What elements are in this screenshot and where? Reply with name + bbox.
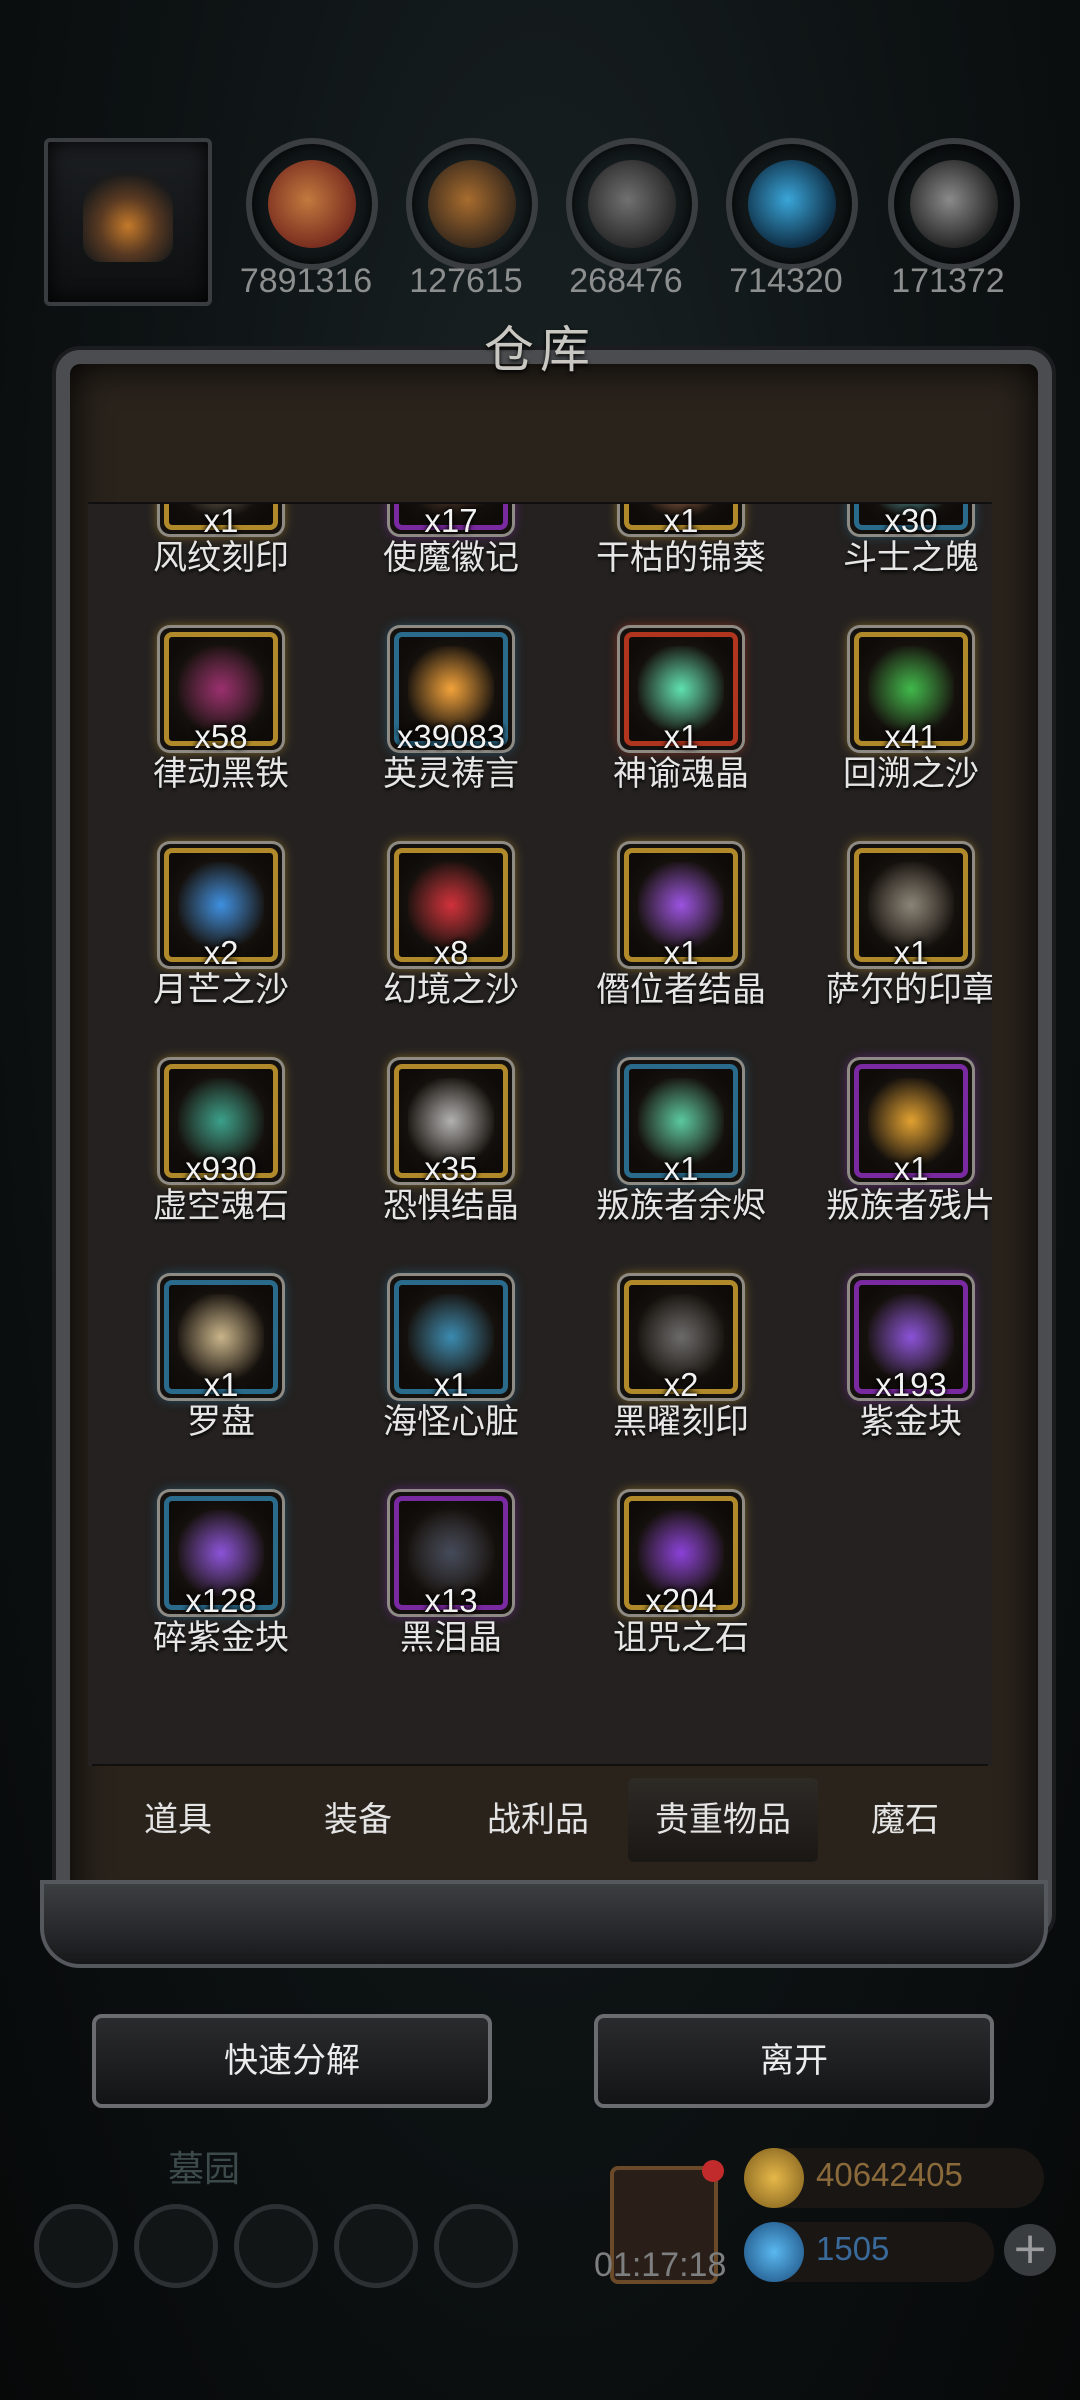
gold-coin-icon [744,2148,804,2208]
panel-title: 仓库 [484,321,596,379]
item-name: 神谕魂晶 [613,754,749,794]
tab-equipment[interactable]: 装备 [268,1778,448,1862]
resource-count: 171372 [891,262,1005,300]
inventory-item[interactable]: x1 僭位者结晶 [576,844,800,1044]
gem-counter: 1505 [744,2222,994,2282]
crystal-icon[interactable] [726,138,858,270]
item-name: 罗盘 [187,1402,255,1442]
bag-icon[interactable] [434,2204,518,2288]
gem-value: 1505 [816,2230,890,2267]
item-name: 律动黑铁 [153,754,289,794]
gem-icon [744,2222,804,2282]
item-name: 使魔徽记 [383,538,519,578]
resource-count: 268476 [569,262,683,300]
resource-count: 714320 [729,262,843,300]
mail-icon[interactable] [334,2204,418,2288]
gift-timer: 01:17:18 [594,2246,727,2284]
item-name: 黑曜刻印 [613,1402,749,1442]
item-name: 紫金块 [860,1402,962,1442]
inventory-item[interactable]: x13 黑泪晶 [346,1492,570,1692]
iron-icon[interactable] [888,138,1020,270]
item-name: 斗士之魄 [843,538,979,578]
item-name: 恐惧结晶 [383,1186,519,1226]
inventory-item[interactable]: x1 罗盘 [116,1276,340,1476]
gold-counter: 40642405 [744,2148,1044,2208]
inventory-item[interactable]: x1 叛族者残片 [806,1060,992,1260]
tab-magic-stones[interactable]: 魔石 [818,1778,992,1862]
quick-decompose-button[interactable]: 快速分解 [92,2014,492,2108]
inventory-item[interactable]: x1 干枯的锦葵 [576,504,800,612]
inventory-item[interactable]: x41 回溯之沙 [806,628,992,828]
flame-icon [83,172,173,262]
inventory-item[interactable]: x2 黑曜刻印 [576,1276,800,1476]
gold-value: 40642405 [816,2156,963,2193]
tab-valuables[interactable]: 贵重物品 [628,1778,818,1862]
item-name: 幻境之沙 [383,970,519,1010]
panel-bottom-frame [40,1880,1048,1968]
wood-icon[interactable] [406,138,538,270]
grid-bottom-divider [92,1764,988,1766]
resource-count: 7891316 [239,262,373,300]
inventory-item[interactable]: x39083 英灵祷言 [346,628,570,828]
grid-top-divider [92,502,988,504]
item-name: 干枯的锦葵 [596,538,766,578]
leave-button[interactable]: 离开 [594,2014,994,2108]
inventory-item[interactable]: x1 神谕魂晶 [576,628,800,828]
meat-icon[interactable] [246,138,378,270]
inventory-item[interactable]: x35 恐惧结晶 [346,1060,570,1260]
location-label: 墓园 [168,2149,241,2190]
item-name: 黑泪晶 [400,1618,502,1658]
inventory-item[interactable]: x58 律动黑铁 [116,628,340,828]
item-name: 碎紫金块 [153,1618,289,1658]
inventory-item[interactable]: x1 萨尔的印章 [806,844,992,1044]
skills-icon[interactable] [134,2204,218,2288]
item-name: 萨尔的印章 [826,970,992,1010]
hero-portrait[interactable] [44,138,212,306]
item-name: 僭位者结晶 [596,970,766,1010]
tab-items[interactable]: 道具 [88,1778,268,1862]
inventory-item[interactable]: x8 幻境之沙 [346,844,570,1044]
inventory-item[interactable]: x2 月芒之沙 [116,844,340,1044]
inventory-item[interactable]: x1 海怪心脏 [346,1276,570,1476]
item-name: 海怪心脏 [383,1402,519,1442]
item-name: 叛族者余烬 [596,1186,766,1226]
item-name: 诅咒之石 [613,1618,749,1658]
inventory-item[interactable]: x930 虚空魂石 [116,1060,340,1260]
tab-loot[interactable]: 战利品 [448,1778,628,1862]
item-name: 风纹刻印 [153,538,289,578]
inventory-item[interactable]: x193 紫金块 [806,1276,992,1476]
settings-icon[interactable] [34,2204,118,2288]
category-tabs: 道具 装备 战利品 贵重物品 魔石 [88,1768,992,1872]
inventory-item[interactable]: x1 风纹刻印 [116,504,340,612]
add-currency-button[interactable]: + [1004,2224,1056,2276]
stone-icon[interactable] [566,138,698,270]
resource-count: 127615 [409,262,523,300]
inventory-item[interactable]: x17 使魔徽记 [346,504,570,612]
inventory-item[interactable]: x1 叛族者余烬 [576,1060,800,1260]
item-name: 虚空魂石 [153,1186,289,1226]
item-name: 回溯之沙 [843,754,979,794]
item-name: 月芒之沙 [153,970,289,1010]
item-grid[interactable]: x1 风纹刻印 x17 使魔徽记 x1 干枯的锦葵 x30 斗士之魄 x58 律动黑铁 x39083… [88,502,992,1766]
item-name: 叛族者残片 [826,1186,992,1226]
item-name: 英灵祷言 [383,754,519,794]
castle-icon[interactable] [234,2204,318,2288]
inventory-item[interactable]: x128 碎紫金块 [116,1492,340,1692]
notification-dot [702,2160,724,2182]
inventory-item[interactable]: x30 斗士之魄 [806,504,992,612]
inventory-item[interactable]: x204 诅咒之石 [576,1492,800,1692]
